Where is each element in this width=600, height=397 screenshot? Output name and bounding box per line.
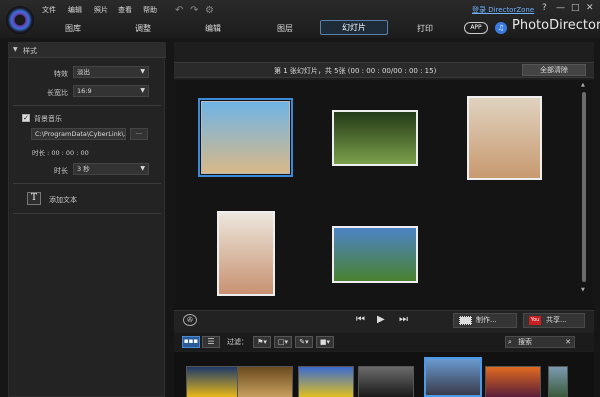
play-icon[interactable]: ▶ (377, 314, 385, 325)
filmstrip-thumbnail-sunflower[interactable] (186, 366, 242, 397)
search-icon: ⌕ (508, 338, 512, 346)
brush-filter-icon[interactable]: ✎▾ (295, 336, 313, 348)
share-button[interactable]: You 共享... (523, 313, 585, 328)
tab-edit[interactable]: 编辑 (198, 23, 228, 34)
filter-label: 过滤： (227, 338, 248, 346)
browse-button[interactable]: ··· (130, 128, 148, 140)
slide-counter: 第 1 张幻灯片，共 5张 (00 : 00 : 00/00 : 00 : 15… (274, 67, 437, 75)
music-path-field[interactable]: C:\ProgramData\CyberLink\... (31, 128, 126, 140)
background-music-label: 背景音乐 (34, 115, 62, 123)
divider (13, 105, 161, 106)
close-button[interactable]: ✕ (586, 3, 594, 13)
style-section-title: 样式 (23, 47, 37, 55)
slide-thumbnail-mountain-meadow[interactable] (332, 226, 418, 283)
share-label: 共享... (546, 316, 567, 324)
background-music-checkbox[interactable]: ✓ (22, 114, 30, 122)
effect-label: 特效 (54, 70, 68, 78)
chevron-down-icon: ▼ (140, 68, 145, 75)
effect-value: 淡出 (77, 68, 90, 76)
notification-bell-icon[interactable]: ♫ (495, 22, 507, 34)
filmstrip-thumbnail-lake-town[interactable] (424, 357, 482, 397)
app-button[interactable]: APP (464, 22, 488, 34)
settings-gear-icon[interactable]: ⚙ (205, 5, 214, 16)
divider (13, 213, 161, 214)
collapse-arrow-icon: ▼ (13, 46, 18, 53)
filmstrip-thumbnail-coast[interactable] (548, 366, 568, 397)
tab-library[interactable]: 图库 (58, 23, 88, 34)
search-input[interactable]: ⌕ 搜索 ✕ (505, 336, 575, 348)
music-duration-info: 时长 : 00 : 00 : 00 (32, 149, 89, 157)
vertical-scrollbar[interactable]: ▲ ▼ (580, 82, 588, 306)
menu-file[interactable]: 文件 (42, 5, 56, 15)
slide-thumbnail-laughing-girl[interactable] (217, 211, 275, 296)
filmstrip-thumbnail-spiral-shell[interactable] (237, 366, 293, 397)
youtube-icon: You (529, 316, 541, 325)
scroll-up-icon[interactable]: ▲ (581, 82, 585, 88)
more-filter-icon[interactable]: ■▾ (316, 336, 334, 348)
tab-adjust[interactable]: 调整 (128, 23, 158, 34)
color-label-filter-icon[interactable]: □▾ (274, 336, 292, 348)
app-logo-icon (6, 6, 34, 34)
add-text-label[interactable]: 添加文本 (49, 195, 77, 205)
tab-print[interactable]: 打印 (410, 23, 440, 34)
scroll-thumb[interactable] (582, 92, 586, 282)
login-link[interactable]: 登录 DirectorZone (472, 5, 534, 15)
menu-help[interactable]: 帮助 (143, 5, 157, 15)
list-view-icon[interactable]: ☰ (202, 336, 220, 348)
menu-photo[interactable]: 照片 (94, 5, 108, 15)
aspect-ratio-dropdown[interactable]: 16:9 ▼ (73, 85, 149, 97)
undo-icon[interactable]: ↶ (175, 5, 183, 16)
flag-filter-icon[interactable]: ⚑▾ (253, 336, 271, 348)
previous-icon[interactable]: ⏮ (356, 314, 365, 325)
slide-thumbnail-smiling-woman[interactable] (467, 96, 542, 180)
filmstrip-icon (459, 316, 472, 325)
chevron-down-icon: ▼ (140, 165, 145, 172)
film-reel-icon[interactable]: ✇ (183, 314, 197, 326)
brand-name: PhotoDirector (512, 18, 600, 33)
make-button[interactable]: 制作... (453, 313, 517, 328)
duration-value: 3 秒 (77, 165, 90, 173)
add-text-icon[interactable]: T (27, 192, 41, 205)
next-icon[interactable]: ⏭ (399, 314, 408, 325)
minimize-button[interactable]: — (556, 3, 565, 13)
search-placeholder: 搜索 (518, 338, 532, 346)
chevron-down-icon: ▼ (140, 87, 145, 94)
slide-thumbnail-beach-couple[interactable] (198, 98, 293, 177)
make-label: 制作... (476, 316, 497, 324)
clear-all-button[interactable]: 全部清除 (522, 64, 586, 76)
grid-view-icon[interactable]: ▪▪▪ (182, 336, 200, 348)
tab-slideshow[interactable]: 幻灯片 (320, 20, 388, 35)
filmstrip-thumbnail-church-silhouette[interactable] (358, 366, 414, 397)
aspect-ratio-value: 16:9 (77, 87, 92, 95)
redo-icon[interactable]: ↷ (190, 5, 198, 16)
duration-dropdown[interactable]: 3 秒 ▼ (73, 163, 149, 175)
tab-layers[interactable]: 图层 (270, 23, 300, 34)
help-button[interactable]: ? (542, 3, 547, 13)
menu-edit[interactable]: 编辑 (68, 5, 82, 15)
scroll-down-icon[interactable]: ▼ (581, 287, 585, 293)
style-panel: ▼ 样式 特效 淡出 ▼ 长宽比 16:9 ▼ ✓ 背景音乐 C:\ProgramD… (8, 42, 166, 397)
duration-label: 时长 (54, 167, 68, 175)
effect-dropdown[interactable]: 淡出 ▼ (73, 66, 149, 78)
filmstrip-thumbnail-sunset[interactable] (485, 366, 541, 397)
filmstrip-thumbnail-sunflower-field[interactable] (298, 366, 354, 397)
aspect-ratio-label: 长宽比 (47, 89, 68, 97)
clear-search-icon[interactable]: ✕ (565, 337, 571, 347)
slide-thumbnail-cat-in-grass[interactable] (332, 110, 418, 166)
menu-view[interactable]: 查看 (118, 5, 132, 15)
maximize-button[interactable]: □ (571, 3, 580, 13)
style-section-header[interactable]: ▼ 样式 (9, 43, 166, 58)
divider (13, 183, 161, 184)
